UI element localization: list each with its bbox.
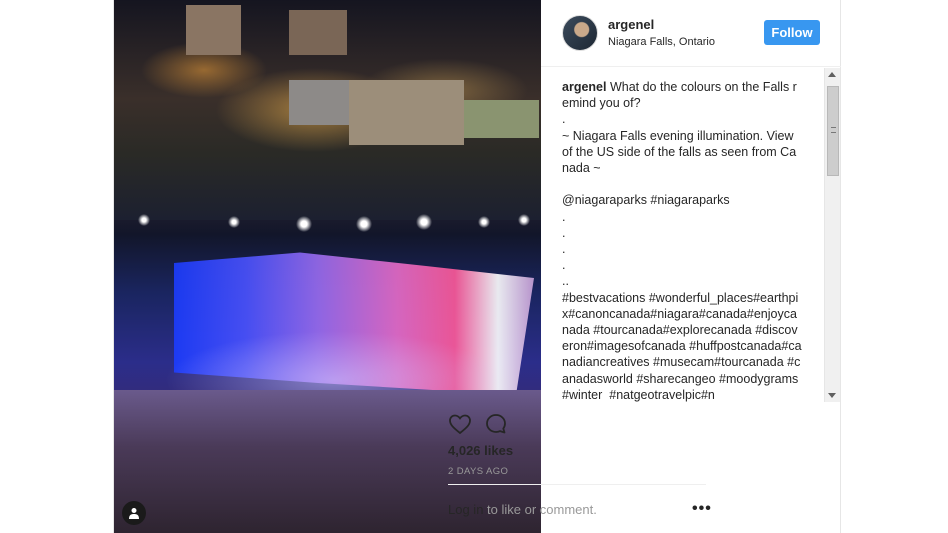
- more-options-icon[interactable]: •••: [692, 500, 712, 518]
- photo-building: [349, 80, 464, 145]
- divider: [448, 484, 706, 485]
- post-actions: [448, 412, 708, 436]
- username-link[interactable]: argenel: [608, 17, 654, 32]
- login-prompt-text: to like or comment.: [483, 502, 597, 517]
- likes-count[interactable]: 4,026 likes: [448, 443, 513, 458]
- login-prompt: Log in to like or comment.: [448, 502, 597, 517]
- photo-building: [464, 100, 539, 138]
- grip-icon: [831, 127, 836, 133]
- comment-icon[interactable]: [484, 412, 508, 436]
- scroll-up-arrow-icon[interactable]: [828, 72, 836, 77]
- user-tag-button[interactable]: [122, 501, 146, 525]
- page: argenel Niagara Falls, Ontario Follow ar…: [0, 0, 948, 533]
- location-link[interactable]: Niagara Falls, Ontario: [608, 36, 715, 48]
- post-timestamp[interactable]: 2 DAYS AGO: [448, 466, 508, 477]
- caption: argenel What do the colours on the Falls…: [562, 79, 802, 402]
- person-icon: [129, 508, 139, 519]
- comments-scrollbar[interactable]: [824, 68, 840, 402]
- scroll-down-arrow-icon[interactable]: [828, 393, 836, 398]
- caption-text: What do the colours on the Falls remind …: [562, 80, 802, 402]
- heart-icon[interactable]: [448, 412, 472, 436]
- photo-building: [289, 10, 347, 55]
- photo-street-lights: [114, 200, 541, 240]
- photo-building: [289, 80, 349, 125]
- avatar[interactable]: [562, 15, 598, 51]
- photo-building: [186, 5, 241, 55]
- login-link[interactable]: Log in: [448, 502, 483, 517]
- follow-button[interactable]: Follow: [764, 20, 820, 45]
- caption-username[interactable]: argenel: [562, 80, 606, 94]
- post-header: argenel Niagara Falls, Ontario Follow: [541, 0, 841, 67]
- scrollbar-thumb[interactable]: [827, 86, 839, 176]
- comments-panel[interactable]: argenel What do the colours on the Falls…: [541, 68, 841, 402]
